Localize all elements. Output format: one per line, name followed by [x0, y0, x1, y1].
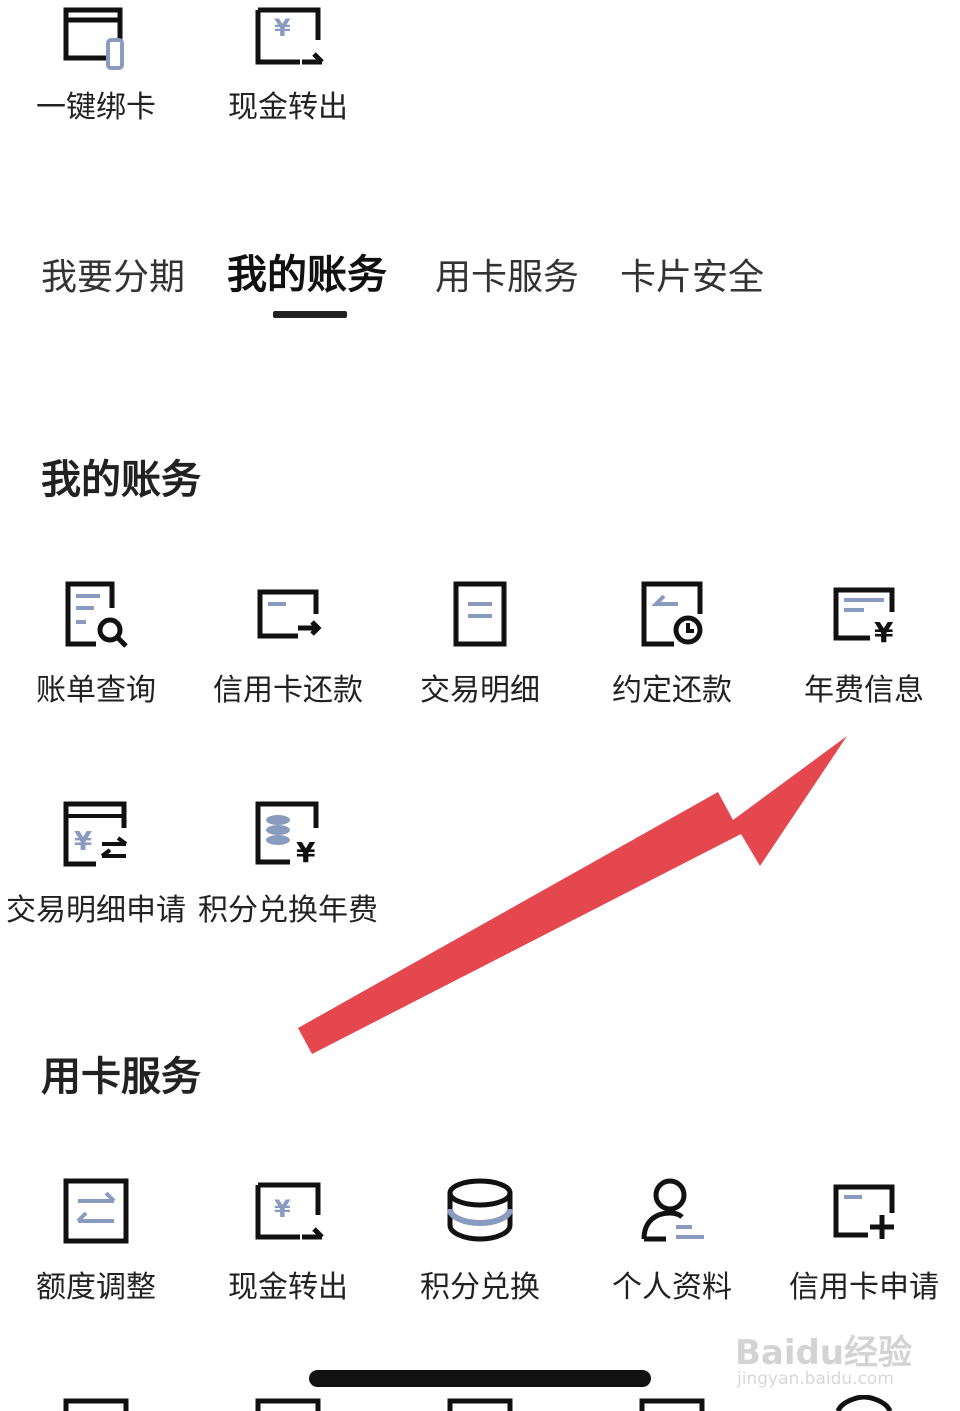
limit-adjust-icon	[63, 1178, 129, 1244]
profile-button[interactable]: 个人资料	[576, 1175, 768, 1305]
profile-icon	[641, 1178, 704, 1242]
points-exchange-icon	[447, 1178, 513, 1242]
tab-card-security[interactable]: 卡片安全	[620, 255, 764, 301]
card-repay-button[interactable]: 信用卡还款	[192, 578, 384, 708]
partial-row-icon	[447, 1398, 513, 1411]
points-fee-label: 积分兑换年费	[198, 893, 378, 928]
points-fee-icon: ¥	[255, 801, 319, 869]
tab-installment[interactable]: 我要分期	[41, 255, 185, 301]
svg-text:¥: ¥	[296, 836, 316, 869]
svg-text:¥: ¥	[74, 827, 92, 857]
detail-apply-icon: ¥	[63, 801, 128, 867]
cash-out-top-button[interactable]: ¥ 现金转出	[192, 0, 384, 125]
svg-text:¥: ¥	[874, 616, 894, 649]
baidu-watermark: Baidu经验 jingyan.baidu.com	[735, 1325, 915, 1395]
scheduled-repay-icon	[641, 581, 703, 647]
section-title-my-account: 我的账务	[41, 457, 201, 503]
active-tab-indicator	[273, 311, 347, 318]
card-apply-icon	[833, 1184, 895, 1239]
points-fee-button[interactable]: ¥ 积分兑换年费	[192, 798, 384, 928]
svg-text:¥: ¥	[274, 14, 291, 42]
card-repay-icon	[257, 589, 322, 639]
partial-row-icon	[63, 1398, 129, 1411]
tab-card-service[interactable]: 用卡服务	[435, 255, 579, 301]
points-exchange-button[interactable]: 积分兑换	[384, 1175, 576, 1305]
transaction-detail-button[interactable]: 交易明细	[384, 578, 576, 708]
watermark-brand: Baidu经验	[735, 1333, 913, 1373]
bill-query-icon	[65, 581, 128, 648]
detail-apply-button[interactable]: ¥ 交易明细申请	[0, 798, 192, 928]
cash-out-button[interactable]: ¥ 现金转出	[192, 1175, 384, 1305]
cash-out-top-label: 现金转出	[228, 90, 348, 125]
cash-out-icon: ¥	[255, 1182, 324, 1240]
partial-row-icon	[639, 1398, 705, 1411]
bill-query-button[interactable]: 账单查询	[0, 578, 192, 708]
partial-row-icon	[835, 1395, 893, 1411]
card-apply-button[interactable]: 信用卡申请	[768, 1175, 960, 1305]
annual-fee-button[interactable]: ¥ 年费信息	[768, 578, 960, 708]
tab-my-account[interactable]: 我的账务	[227, 252, 387, 298]
partial-row-icon	[255, 1398, 321, 1411]
card-apply-label: 信用卡申请	[789, 1270, 939, 1305]
bind-card-button[interactable]: 一键绑卡	[0, 0, 192, 125]
scheduled-repay-button[interactable]: 约定还款	[576, 578, 768, 708]
annual-fee-label: 年费信息	[804, 673, 924, 708]
home-indicator	[309, 1370, 651, 1387]
watermark-url: jingyan.baidu.com	[737, 1369, 894, 1389]
section-title-card-service: 用卡服务	[41, 1054, 201, 1100]
transaction-detail-icon	[453, 581, 507, 647]
svg-text:¥: ¥	[274, 1195, 291, 1223]
annual-fee-icon: ¥	[833, 587, 895, 649]
limit-adjust-button[interactable]: 额度调整	[0, 1175, 192, 1305]
cash-out-icon: ¥	[255, 7, 324, 65]
bind-card-icon	[63, 7, 124, 70]
